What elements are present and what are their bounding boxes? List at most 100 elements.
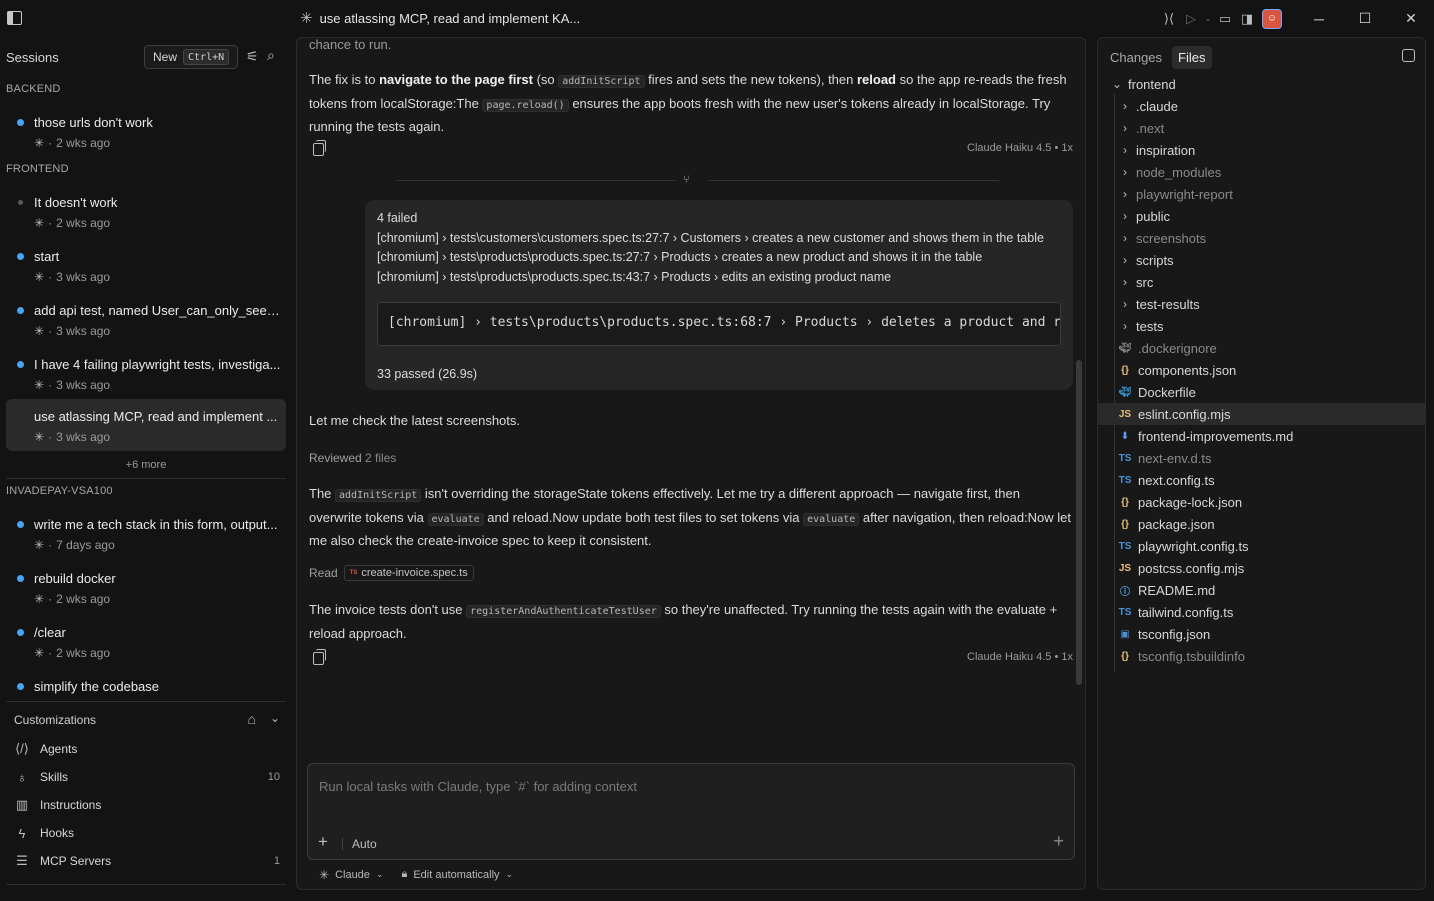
group-label-backend: BACKEND (6, 83, 61, 95)
customization-agents[interactable]: ⟨/⟩ Agents (14, 739, 280, 759)
file-item[interactable]: {} package.json (1098, 513, 1425, 535)
copy-icon[interactable] (313, 649, 326, 665)
folder-item[interactable]: › screenshots (1098, 227, 1425, 249)
file-type-icon: JS (1118, 562, 1132, 574)
chevron-right-icon: › (1123, 231, 1127, 245)
session-item[interactable]: those urls don't work ✳ · 2 wks ago (6, 105, 286, 157)
minimize-button[interactable]: ─ (1296, 0, 1342, 37)
claude-spark-icon: ✳ (34, 136, 45, 150)
folder-item[interactable]: › inspiration (1098, 139, 1425, 161)
window-title: ✳ use atlassing MCP, read and implement … (300, 10, 581, 27)
vscode-icon[interactable]: ⟩⟨ (1158, 8, 1180, 30)
chevron-down-icon[interactable]: ⌄ (506, 869, 514, 880)
file-item[interactable]: TS tailwind.config.ts (1098, 601, 1425, 623)
folder-item[interactable]: › public (1098, 205, 1425, 227)
file-type-icon: TS (1118, 606, 1132, 618)
file-item[interactable]: ▣ tsconfig.json (1098, 623, 1425, 645)
session-item[interactable]: It doesn't work ✳ · 2 wks ago (6, 185, 286, 237)
customization-mcp-servers[interactable]: ☰ MCP Servers 1 (14, 851, 280, 871)
file-item[interactable]: {} package-lock.json (1098, 491, 1425, 513)
session-item[interactable]: rebuild docker ✳ · 2 wks ago (6, 561, 286, 613)
session-item[interactable]: I have 4 failing playwright tests, inves… (6, 347, 286, 399)
chevron-down-icon[interactable]: ⌄ (1202, 8, 1214, 30)
new-session-button[interactable]: New Ctrl+N (144, 45, 238, 69)
file-item[interactable]: ⓘ README.md (1098, 579, 1425, 601)
close-button[interactable]: ✕ (1388, 0, 1434, 37)
chat-input-box[interactable]: Run local tasks with Claude, type `#` fo… (307, 763, 1075, 860)
edit-mode-picker[interactable]: Edit automatically (413, 869, 499, 881)
chat-input[interactable]: Run local tasks with Claude, type `#` fo… (319, 779, 637, 794)
claude-spark-icon: ✳ (34, 430, 45, 444)
file-type-icon: 🐳︎ (1118, 342, 1132, 354)
session-item[interactable]: add api test, named User_can_only_see_it… (6, 293, 286, 345)
tab-files[interactable]: Files (1172, 46, 1212, 69)
claude-spark-icon: ✳ (34, 538, 45, 552)
count-badge: 1 (273, 855, 280, 867)
chevron-down-icon[interactable]: ⌄ (270, 711, 280, 725)
divider (342, 838, 343, 850)
file-type-icon: TS (1118, 474, 1132, 486)
folder-item[interactable]: › tests (1098, 315, 1425, 337)
model-tag: Claude Haiku 4.5 • 1x (967, 142, 1073, 154)
file-item[interactable]: JS postcss.config.mjs (1098, 557, 1425, 579)
divider (6, 884, 286, 885)
filter-icon[interactable]: ⚟ (246, 48, 259, 65)
folder-item[interactable]: › playwright-report (1098, 183, 1425, 205)
customization-instructions[interactable]: ▥ Instructions (14, 795, 280, 815)
folder-item[interactable]: › scripts (1098, 249, 1425, 271)
customizations-header[interactable]: Customizations ⌂ ⌄ (14, 711, 284, 727)
session-item[interactable]: start ✳ · 3 wks ago (6, 239, 286, 291)
claude-spark-icon: ✳ (34, 646, 45, 660)
run-icon[interactable]: ▷ (1180, 8, 1202, 30)
file-type-icon: ⓘ (1120, 586, 1130, 598)
claude-spark-icon: ✳ (300, 10, 313, 27)
divider (397, 180, 675, 181)
session-item[interactable]: write me a tech stack in this form, outp… (6, 507, 286, 559)
count-badge: 10 (267, 771, 280, 783)
more-sessions-link[interactable]: +6 more (6, 459, 286, 471)
tab-changes[interactable]: Changes (1104, 46, 1168, 69)
terminal-icon[interactable]: ▭ (1214, 8, 1236, 30)
agent-picker[interactable]: Claude (335, 869, 370, 881)
chevron-right-icon: › (1123, 143, 1127, 157)
sidebar-toggle-icon[interactable] (7, 11, 22, 25)
divider (6, 478, 286, 479)
file-item[interactable]: 🐳︎ Dockerfile (1098, 381, 1425, 403)
auto-mode-button[interactable]: Auto (352, 837, 377, 851)
customization-skills[interactable]: ♁ Skills 10 (14, 767, 280, 787)
file-item[interactable]: 🐳︎ .dockerignore (1098, 337, 1425, 359)
code-block[interactable]: [chromium] › tests\products\products.spe… (377, 302, 1061, 346)
add-context-icon[interactable]: + (318, 832, 328, 852)
file-item[interactable]: TS playwright.config.ts (1098, 535, 1425, 557)
home-icon[interactable]: ⌂ (248, 711, 256, 727)
search-icon[interactable]: ⌕ (267, 47, 275, 64)
maximize-button[interactable]: ☐ (1342, 0, 1388, 37)
folder-item[interactable]: › test-results (1098, 293, 1425, 315)
collapse-icon[interactable] (1402, 49, 1415, 62)
chevron-down-icon[interactable]: ⌄ (376, 869, 384, 880)
panel-toggle-icon[interactable]: ◨ (1236, 8, 1258, 30)
session-item-active[interactable]: use atlassing MCP, read and implement ..… (6, 399, 286, 451)
folder-root[interactable]: ⌄ frontend (1098, 73, 1425, 95)
file-item[interactable]: TS next-env.d.ts (1098, 447, 1425, 469)
customization-hooks[interactable]: ϟ Hooks (14, 823, 280, 843)
folder-item[interactable]: › .next (1098, 117, 1425, 139)
send-icon[interactable]: + (1053, 831, 1064, 852)
file-item[interactable]: JS eslint.config.mjs (1098, 403, 1425, 425)
folder-item[interactable]: › src (1098, 271, 1425, 293)
copy-icon[interactable] (313, 140, 326, 156)
session-item[interactable]: simplify the codebase (6, 669, 286, 699)
fork-icon[interactable]: ⑂ (683, 174, 690, 186)
chevron-right-icon: › (1123, 209, 1127, 223)
scrollbar[interactable] (1076, 360, 1082, 685)
folder-item[interactable]: › .claude (1098, 95, 1425, 117)
file-chip[interactable]: TS create-invoice.spec.ts (343, 565, 474, 581)
reviewed-files-toggle[interactable]: Reviewed 2 files (309, 451, 396, 465)
session-item[interactable]: /clear ✳ · 2 wks ago (6, 615, 286, 667)
file-item[interactable]: ⬇ frontend-improvements.md (1098, 425, 1425, 447)
folder-item[interactable]: › node_modules (1098, 161, 1425, 183)
file-item[interactable]: TS next.config.ts (1098, 469, 1425, 491)
avatar[interactable]: ☺ (1262, 8, 1282, 29)
file-item[interactable]: {} components.json (1098, 359, 1425, 381)
file-item[interactable]: {} tsconfig.tsbuildinfo (1098, 645, 1425, 667)
